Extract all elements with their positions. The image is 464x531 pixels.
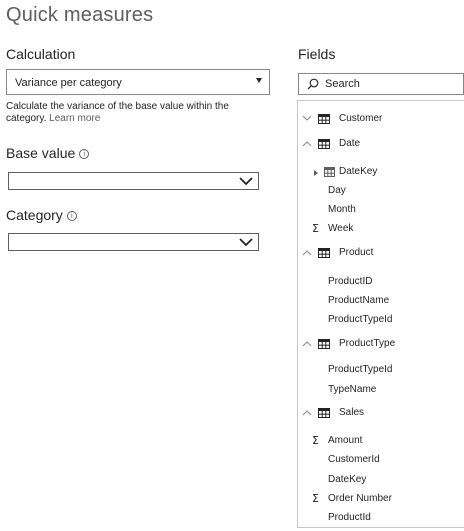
table-icon <box>318 139 330 149</box>
field-name: Amount <box>328 435 363 446</box>
table-row-producttype[interactable]: ProductType <box>298 335 464 353</box>
category-dropzone[interactable] <box>8 233 259 251</box>
info-icon[interactable]: i <box>66 211 77 221</box>
fields-label: Fields <box>298 46 336 62</box>
field-name: ProductTypeId <box>328 364 393 375</box>
field-row-productname[interactable]: ProductName <box>298 292 464 310</box>
field-row-productid[interactable]: ProductID <box>298 273 464 291</box>
sigma-icon: Σ <box>312 222 319 235</box>
table-name: Product <box>339 247 374 258</box>
chevron-up-icon[interactable] <box>302 335 314 353</box>
table-name: Customer <box>339 113 383 124</box>
fields-search-input[interactable]: Search <box>298 73 464 95</box>
caret-down-icon <box>256 78 262 83</box>
table-name: Sales <box>339 407 365 418</box>
info-icon[interactable]: i <box>79 149 90 159</box>
table-row-customer[interactable]: Customer <box>298 110 464 128</box>
page-title: Quick measures <box>6 4 154 26</box>
field-row-productid[interactable]: ProductId <box>298 509 464 527</box>
chevron-down-icon <box>239 177 253 186</box>
table-icon <box>318 248 330 258</box>
table-name: Date <box>339 138 361 149</box>
calculation-dropdown[interactable]: Variance per category <box>6 69 270 95</box>
sigma-icon: Σ <box>312 434 319 447</box>
field-row-order-number[interactable]: Σ Order Number <box>298 490 464 508</box>
chevron-down-icon <box>239 238 253 247</box>
field-name: ProductId <box>328 512 371 523</box>
table-icon <box>318 114 330 124</box>
category-label: Category <box>6 207 63 223</box>
field-row-amount[interactable]: Σ Amount <box>298 432 464 450</box>
field-row-week[interactable]: Σ Week <box>298 220 464 238</box>
field-row-month[interactable]: Month <box>298 201 464 219</box>
sigma-icon: Σ <box>312 492 319 505</box>
field-name: ProductTypeId <box>328 314 393 325</box>
base-value-dropzone[interactable] <box>8 172 259 190</box>
field-row-datekey[interactable]: DateKey <box>298 471 464 489</box>
field-row-day[interactable]: Day <box>298 182 464 200</box>
search-icon <box>307 78 319 90</box>
calculation-label: Calculation <box>6 46 76 62</box>
learn-more-link[interactable]: Learn more <box>49 113 100 124</box>
field-name: DateKey <box>328 474 367 485</box>
table-icon <box>318 339 330 349</box>
table-row-date[interactable]: Date <box>298 135 464 153</box>
calculation-description-text: Calculate the variance of the base value… <box>6 101 229 124</box>
field-name: Week <box>328 223 354 234</box>
field-row-producttypeid[interactable]: ProductTypeId <box>298 311 464 329</box>
table-row-sales[interactable]: Sales <box>298 404 464 422</box>
field-name: Month <box>328 204 356 215</box>
field-name: Day <box>328 185 346 196</box>
field-row-producttypeid[interactable]: ProductTypeId <box>298 361 464 379</box>
field-name: DateKey <box>339 166 378 177</box>
search-placeholder: Search <box>325 78 360 90</box>
base-value-heading: Base value i <box>6 145 90 161</box>
table-icon <box>318 408 330 418</box>
chevron-down-icon[interactable] <box>302 110 314 128</box>
base-value-label: Base value <box>6 145 76 161</box>
chevron-up-icon[interactable] <box>302 244 314 262</box>
field-name: CustomerId <box>328 454 380 465</box>
calculation-selected-value: Variance per category <box>15 77 122 89</box>
chevron-up-icon[interactable] <box>302 404 314 422</box>
fields-list: Customer Date DateKey Day Month Σ Week P… <box>297 100 464 528</box>
chevron-up-icon[interactable] <box>302 135 314 153</box>
calculation-description: Calculate the variance of the base value… <box>6 101 256 125</box>
table-row-product[interactable]: Product <box>298 244 464 262</box>
calendar-icon <box>324 167 335 177</box>
field-name: ProductName <box>328 295 390 306</box>
field-row-typename[interactable]: TypeName <box>298 381 464 399</box>
expand-arrow-icon[interactable] <box>314 170 318 176</box>
category-heading: Category i <box>6 207 77 223</box>
field-name: Order Number <box>328 493 392 504</box>
field-name: ProductID <box>328 276 373 287</box>
table-name: ProductType <box>339 338 396 349</box>
field-name: TypeName <box>328 384 377 395</box>
field-row-customerid[interactable]: CustomerId <box>298 451 464 469</box>
hierarchy-row-datekey[interactable]: DateKey <box>298 163 464 181</box>
